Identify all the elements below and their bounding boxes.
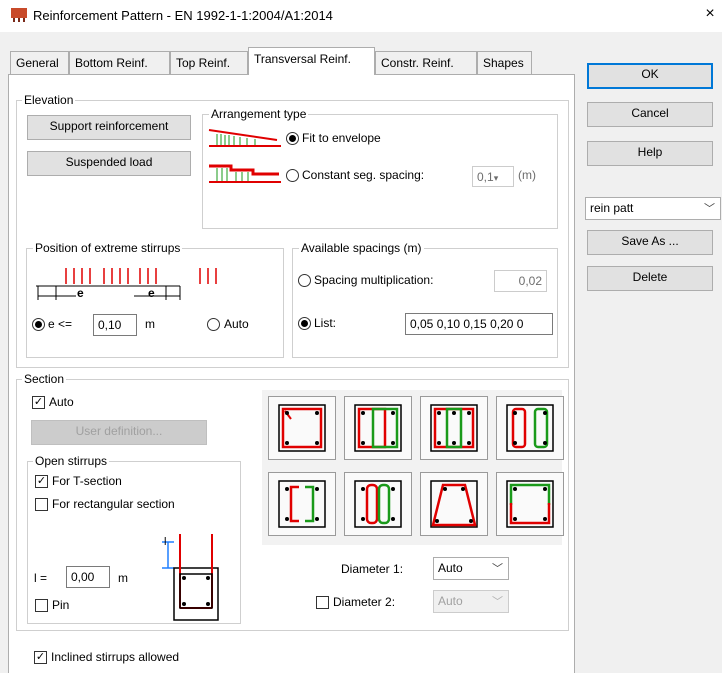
tab-top-reinf[interactable]: Top Reinf.	[170, 51, 248, 74]
arrangement-type-label: Arrangement type	[209, 107, 309, 121]
tab-general[interactable]: General	[10, 51, 69, 74]
spacing-multiplication-input[interactable]: 0,02	[494, 270, 547, 292]
constant-spacing-unit: (m)	[518, 168, 536, 182]
diameter2-value: Auto	[438, 594, 463, 608]
spacing-multiplication-label: Spacing multiplication:	[314, 273, 434, 287]
tab-bottom-reinf[interactable]: Bottom Reinf.	[69, 51, 170, 74]
spacing-list-label: List:	[314, 316, 337, 330]
save-as-button[interactable]: Save As ...	[587, 230, 713, 255]
section-auto-label: Auto	[49, 395, 74, 409]
elevation-label: Elevation	[22, 93, 76, 107]
open-stirrup-diagram	[162, 534, 219, 621]
spacing-list-radio[interactable]	[298, 317, 311, 330]
help-button[interactable]: Help	[587, 141, 713, 166]
e-limit-radio[interactable]	[32, 318, 45, 331]
diameter2-select[interactable]: Auto ﹀	[433, 590, 509, 613]
constant-spacing-radio[interactable]	[286, 169, 299, 182]
diameter1-select[interactable]: Auto ﹀	[433, 557, 509, 580]
shape-inner-stirrup-button[interactable]	[420, 396, 488, 460]
open-stirrups-label: Open stirrups	[33, 454, 110, 468]
available-spacings-label: Available spacings (m)	[299, 241, 424, 255]
chevron-down-icon: ﹀	[492, 563, 503, 575]
shape-split-stirrup-button[interactable]	[496, 472, 564, 536]
window-title: Reinforcement Pattern - EN 1992-1-1:2004…	[33, 8, 333, 23]
fit-envelope-diagram	[208, 129, 281, 147]
constant-spacing-input[interactable]: 0,1▾	[472, 166, 514, 187]
e-marker-right: e	[148, 286, 155, 300]
title-bar: Reinforcement Pattern - EN 1992-1-1:2004…	[0, 0, 722, 32]
support-reinforcement-button[interactable]: Support reinforcement	[27, 115, 191, 140]
section-label: Section	[22, 372, 67, 386]
l-value-input[interactable]: 0,00	[66, 566, 110, 588]
shape-two-inner-stirrups-button[interactable]	[496, 396, 564, 460]
tab-transversal-reinf[interactable]: Transversal Reinf.	[248, 47, 375, 75]
l-unit: m	[118, 571, 128, 585]
pin-label: Pin	[52, 598, 70, 612]
close-icon[interactable]: ×	[700, 5, 720, 23]
constant-spacing-diagram	[209, 164, 281, 183]
section-auto-checkbox[interactable]: ✓	[32, 396, 45, 409]
inclined-stirrups-label: Inclined stirrups allowed	[51, 650, 180, 664]
constant-spacing-label: Constant seg. spacing:	[302, 168, 425, 182]
diameter1-label: Diameter 1:	[341, 562, 404, 576]
auto-position-label: Auto	[224, 317, 249, 331]
suspended-load-button[interactable]: Suspended load	[27, 151, 191, 176]
pattern-select[interactable]: rein patt ﹀	[585, 197, 721, 220]
e-marker-left: e	[77, 286, 84, 300]
inclined-stirrups-checkbox[interactable]: ✓	[34, 651, 47, 664]
t-section-label: For T-section	[52, 474, 122, 488]
constant-spacing-value: 0,1	[477, 170, 494, 184]
tab-constr-reinf[interactable]: Constr. Reinf.	[375, 51, 477, 74]
user-definition-button[interactable]: User definition...	[31, 420, 207, 445]
shape-single-stirrup-button[interactable]	[268, 396, 336, 460]
shape-open-c-button[interactable]	[268, 472, 336, 536]
cancel-button[interactable]: Cancel	[587, 102, 713, 127]
e-limit-label: e <=	[48, 317, 73, 331]
fit-to-envelope-radio[interactable]	[286, 132, 299, 145]
t-section-checkbox[interactable]: ✓	[35, 475, 48, 488]
available-spacings-group	[292, 248, 558, 358]
l-label: l =	[34, 571, 48, 585]
ok-button[interactable]: OK	[587, 63, 713, 89]
extreme-stirrups-label: Position of extreme stirrups	[33, 241, 183, 255]
e-value-input[interactable]: 0,10	[93, 314, 137, 336]
spacing-list-input[interactable]: 0,05 0,10 0,15 0,20 0	[405, 313, 553, 335]
e-unit: m	[145, 317, 155, 331]
diameter2-checkbox[interactable]	[316, 596, 329, 609]
pin-checkbox[interactable]	[35, 599, 48, 612]
delete-button[interactable]: Delete	[587, 266, 713, 291]
reinforcement-app-icon	[11, 8, 27, 22]
l-marker: l	[164, 536, 167, 548]
rect-section-checkbox[interactable]	[35, 498, 48, 511]
shape-double-stirrup-button[interactable]	[344, 396, 412, 460]
chevron-down-icon: ﹀	[492, 596, 503, 608]
extreme-stirrups-diagram	[36, 268, 217, 300]
tab-shapes[interactable]: Shapes	[477, 51, 532, 74]
diameter1-value: Auto	[438, 561, 463, 575]
chevron-down-icon: ﹀	[704, 203, 715, 215]
shape-trapezoid-button[interactable]	[420, 472, 488, 536]
shape-double-u-button[interactable]	[344, 472, 412, 536]
spacing-multiplication-radio[interactable]	[298, 274, 311, 287]
diameter2-label: Diameter 2:	[333, 595, 396, 609]
rect-section-label: For rectangular section	[52, 497, 175, 511]
fit-to-envelope-label: Fit to envelope	[302, 131, 381, 145]
pattern-value: rein patt	[590, 201, 634, 215]
auto-position-radio[interactable]	[207, 318, 220, 331]
